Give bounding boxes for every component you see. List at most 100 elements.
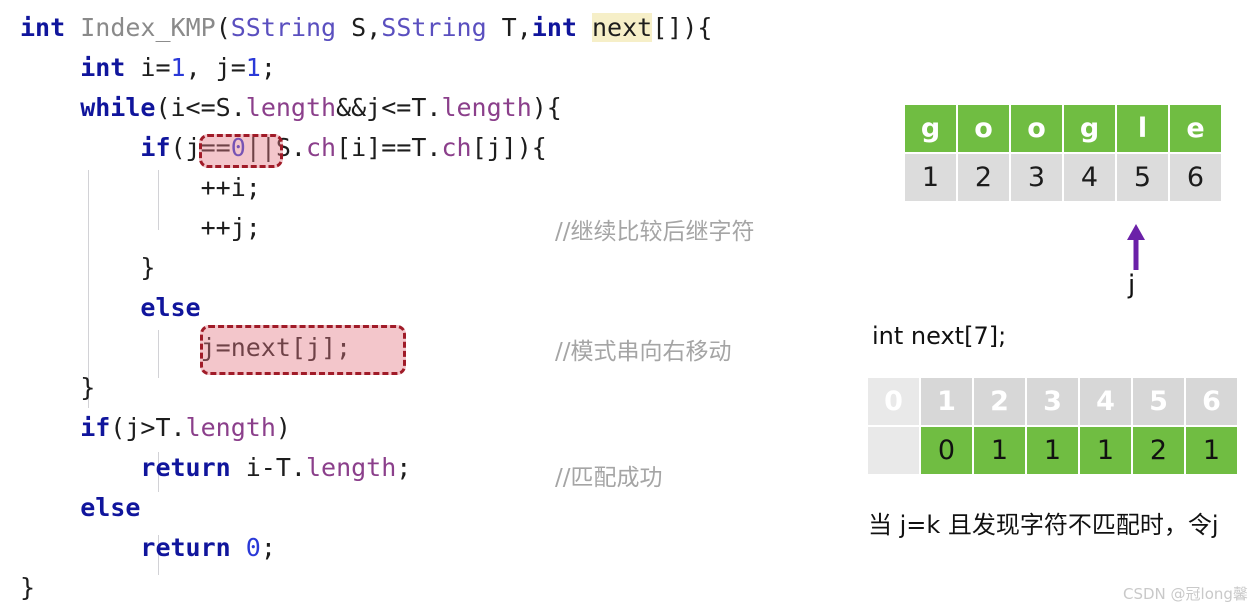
next-value-cell: 1 [974, 427, 1025, 474]
code-token: length [305, 453, 397, 482]
code-token: ch [441, 133, 472, 162]
code-token: length [441, 93, 532, 122]
code-token: } [20, 573, 36, 602]
code-token: 1 [245, 53, 261, 82]
pattern-index-cell: 1 [905, 154, 956, 201]
next-value-cell [868, 427, 919, 474]
code-token: S, [336, 13, 382, 42]
code-token: i= [125, 53, 171, 82]
code-comment: //继续比较后继字符 [555, 219, 755, 245]
pattern-string-table: google 123456 [905, 105, 1221, 201]
code-token: int [20, 13, 66, 42]
pattern-index-cell: 5 [1117, 154, 1168, 201]
diagram-panel: google 123456 j int next[7]; 0123456 011… [860, 0, 1250, 614]
code-token: return [140, 533, 231, 562]
pattern-index-cell: 4 [1064, 154, 1115, 201]
code-line: } [140, 248, 155, 288]
code-token: if [80, 413, 111, 442]
code-line: ++i; [201, 168, 261, 208]
pattern-char-cell: o [1011, 105, 1062, 152]
pattern-index-cell: 6 [1170, 154, 1221, 201]
code-token: SString [230, 13, 337, 42]
code-line: return 0; [140, 528, 276, 568]
code-line: if(j>T.length) [80, 408, 291, 448]
code-token: (i<=S. [155, 93, 246, 122]
pattern-char-cell: l [1117, 105, 1168, 152]
next-header-row: 0123456 [868, 378, 1237, 425]
code-token: ++j; [200, 213, 261, 242]
code-token: Index_KMP [80, 13, 216, 42]
next-value-cell: 1 [1027, 427, 1078, 474]
code-token: [j]){ [471, 133, 547, 162]
next-header-cell: 2 [974, 378, 1025, 425]
code-token: , j= [185, 53, 246, 82]
indent-guide-2 [158, 170, 159, 230]
indent-guide-3 [158, 330, 159, 378]
next-header-cell: 5 [1133, 378, 1184, 425]
code-comment: //匹配成功 [555, 465, 663, 491]
next-value-cell: 0 [921, 427, 972, 474]
next-values-row: 011121 [868, 427, 1237, 474]
pattern-index-row: 123456 [905, 154, 1221, 201]
code-token: length [245, 93, 337, 122]
next-value-cell: 2 [1133, 427, 1184, 474]
code-token: ch [306, 133, 337, 162]
code-line: } [20, 568, 35, 608]
next-value-cell: 1 [1080, 427, 1131, 474]
code-token: ++i; [200, 173, 261, 202]
code-token: while [80, 93, 156, 122]
next-array-table: 0123456 011121 [868, 378, 1237, 474]
code-token: ) [275, 413, 291, 442]
code-token: 0 [245, 533, 261, 562]
next-array-declaration: int next[7]; [872, 322, 1007, 350]
code-token: ; [260, 533, 276, 562]
next-header-cell: 6 [1186, 378, 1237, 425]
explanation-note: 当 j=k 且发现字符不匹配时，令j [868, 511, 1219, 539]
watermark: CSDN @冠long馨 [1123, 585, 1248, 603]
code-token: [i]==T. [336, 133, 442, 162]
code-token: return [140, 453, 231, 482]
code-line: else [80, 488, 140, 528]
code-token: } [140, 253, 156, 282]
code-token: int [531, 13, 577, 42]
code-token: T, [486, 13, 532, 42]
pattern-char-cell: e [1170, 105, 1221, 152]
code-line: else [140, 288, 200, 328]
code-token: []){ [652, 13, 713, 42]
highlight-box-assignment [200, 325, 406, 375]
pattern-char-cell: o [958, 105, 1009, 152]
next-header-cell: 1 [921, 378, 972, 425]
code-token: else [80, 493, 141, 522]
code-comment: //模式串向右移动 [555, 339, 732, 365]
pattern-index-cell: 2 [958, 154, 1009, 201]
code-token: ){ [531, 93, 562, 122]
code-panel: int Index_KMP(SString S,SString T,int ne… [0, 0, 860, 614]
code-token: ; [260, 53, 276, 82]
code-token: int [80, 53, 126, 82]
pattern-index-cell: 3 [1011, 154, 1062, 201]
pointer-arrow [1124, 222, 1148, 276]
code-token: 1 [170, 53, 186, 82]
pointer-label-j: j [1128, 270, 1136, 300]
code-line: while(i<=S.length&&j<=T.length){ [80, 88, 562, 128]
arrow-up-icon [1127, 224, 1145, 270]
code-token: ; [396, 453, 412, 482]
code-line: } [80, 368, 95, 408]
pattern-char-cell: g [905, 105, 956, 152]
code-token: SString [381, 13, 487, 42]
next-header-cell: 4 [1080, 378, 1131, 425]
next-header-cell: 3 [1027, 378, 1078, 425]
code-token: (j>T. [110, 413, 186, 442]
next-value-cell: 1 [1186, 427, 1237, 474]
code-token: if [140, 133, 171, 162]
code-token: } [80, 373, 96, 402]
code-token: next [592, 13, 653, 42]
pattern-chars-row: google [905, 105, 1221, 152]
code-token: i-T. [230, 453, 306, 482]
highlight-box-condition [199, 134, 283, 168]
code-line: return i-T.length; [140, 448, 411, 488]
pattern-char-cell: g [1064, 105, 1115, 152]
